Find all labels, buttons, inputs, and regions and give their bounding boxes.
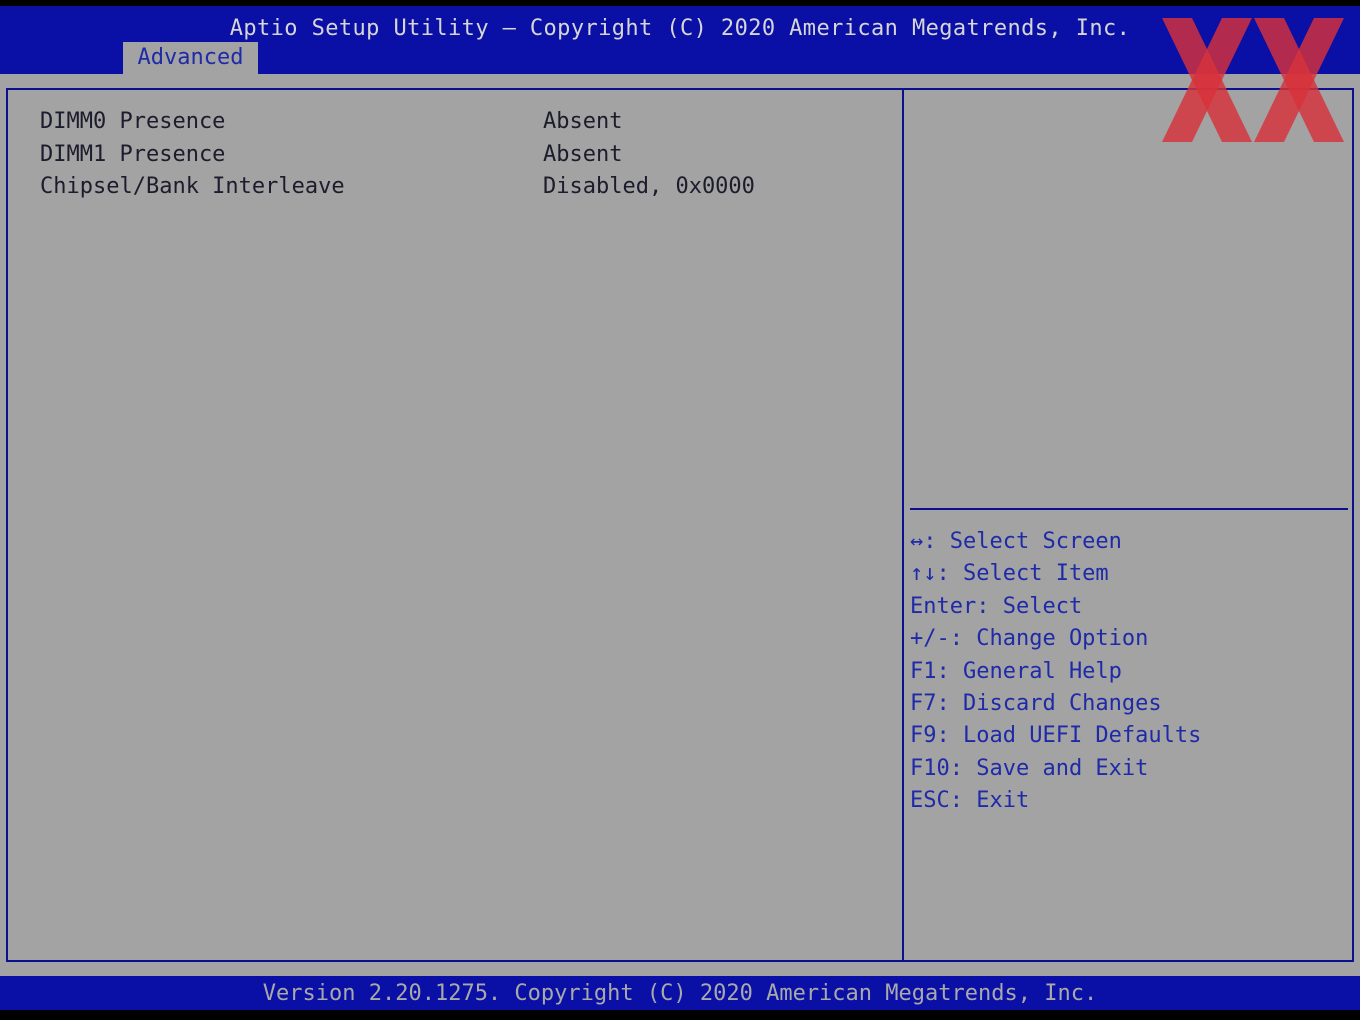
key-help-list: ↔: Select Screen ↑↓: Select Item Enter: …: [910, 526, 1350, 818]
app-title: Aptio Setup Utility – Copyright (C) 2020…: [229, 16, 1131, 41]
content-frame: [6, 88, 1354, 962]
settings-list: DIMM0 Presence Absent DIMM1 Presence Abs…: [40, 106, 890, 204]
setting-value: Absent: [543, 109, 623, 134]
version-text: Version 2.20.1275. Copyright (C) 2020 Am…: [262, 981, 1098, 1006]
setting-row-dimm1: DIMM1 Presence Absent: [40, 139, 890, 172]
help-change-option: +/-: Change Option: [910, 626, 1149, 652]
setting-value: Disabled, 0x0000: [543, 174, 755, 199]
setting-value: Absent: [543, 141, 623, 167]
help-general-help: F1: General Help: [910, 658, 1122, 684]
tab-advanced[interactable]: Advanced: [123, 42, 258, 74]
setting-label: Chipsel/Bank Interleave: [40, 174, 345, 199]
help-save-exit: F10: Save and Exit: [910, 755, 1149, 781]
xx-logo-icon: [1162, 18, 1344, 142]
panel-divider-vertical: [902, 88, 904, 960]
help-divider-horizontal: [910, 508, 1348, 510]
main-panel: DIMM0 Presence Absent DIMM1 Presence Abs…: [0, 74, 1360, 976]
header-bar: Aptio Setup Utility – Copyright (C) 2020…: [0, 6, 1360, 74]
help-select-screen: ↔: Select Screen: [910, 529, 1122, 554]
help-select-item: ↑↓: Select Item: [910, 561, 1109, 587]
help-discard-changes: F7: Discard Changes: [910, 690, 1162, 716]
help-enter-select: Enter: Select: [910, 593, 1083, 619]
footer-bar: Version 2.20.1275. Copyright (C) 2020 Am…: [0, 976, 1360, 1010]
setting-label: DIMM1 Presence: [40, 141, 226, 167]
setting-row-dimm0: DIMM0 Presence Absent: [40, 106, 890, 139]
setting-row-interleave: Chipsel/Bank Interleave Disabled, 0x0000: [40, 171, 890, 204]
help-load-defaults: F9: Load UEFI Defaults: [910, 723, 1202, 749]
setting-label: DIMM0 Presence: [40, 109, 226, 134]
help-esc-exit: ESC: Exit: [910, 788, 1030, 814]
